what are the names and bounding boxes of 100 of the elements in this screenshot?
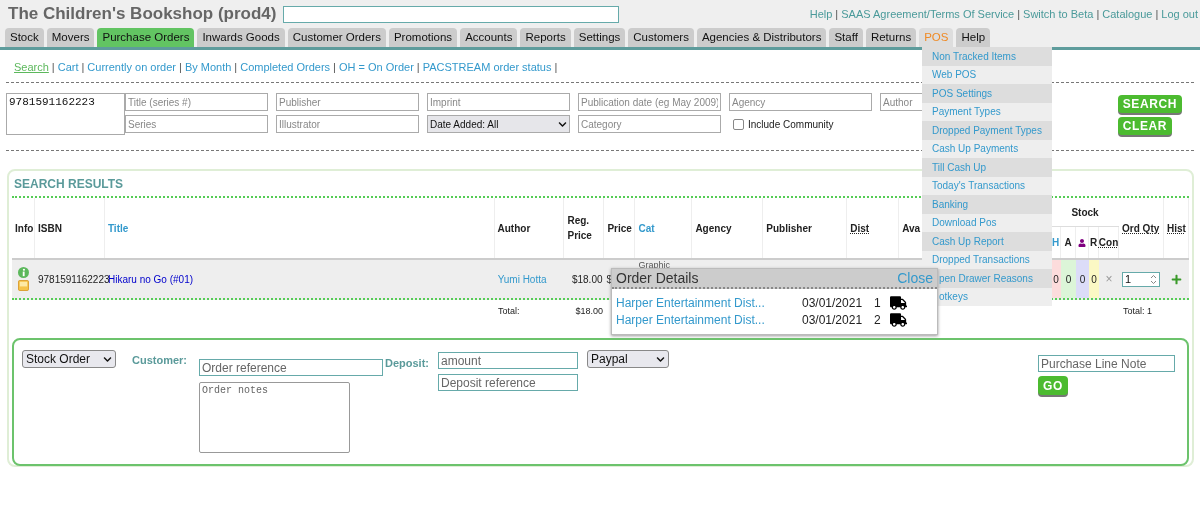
truck-icon bbox=[890, 312, 907, 327]
popup-title: Order Details bbox=[616, 268, 699, 288]
menu-item[interactable]: Web POS bbox=[932, 67, 977, 83]
order-date: 03/01/2021 bbox=[802, 294, 864, 312]
separator: | bbox=[179, 59, 182, 75]
quantity-value: 1 bbox=[1125, 271, 1132, 287]
nav-tab[interactable]: Customer Orders bbox=[287, 28, 386, 47]
column-header[interactable]: Title bbox=[107, 220, 129, 236]
nav-tab[interactable]: Staff bbox=[829, 28, 863, 47]
section-title: SEARCH RESULTS bbox=[14, 177, 124, 191]
nav-tab[interactable]: Agencies & Distributors bbox=[696, 28, 827, 47]
nav-tab[interactable]: Accounts bbox=[460, 28, 518, 47]
search-field[interactable]: Series bbox=[125, 115, 268, 133]
nav-tab[interactable]: Purchase Orders bbox=[97, 28, 195, 47]
info-icon[interactable] bbox=[18, 267, 29, 278]
menu-item[interactable]: Download Pos bbox=[932, 215, 997, 231]
date-added-select[interactable]: Date Added: All bbox=[427, 115, 570, 133]
add-icon[interactable] bbox=[1171, 273, 1182, 285]
nav-tab[interactable]: Settings bbox=[573, 28, 626, 47]
top-link[interactable]: Help bbox=[809, 5, 833, 23]
stock-cell-text: 0 bbox=[1079, 272, 1086, 287]
menu-item[interactable]: Cash Up Payments bbox=[932, 141, 1019, 157]
go-button[interactable]: GO bbox=[1038, 376, 1068, 395]
purchase-line-note-field[interactable]: Purchase Line Note bbox=[1038, 355, 1175, 372]
order-date: 03/01/2021 bbox=[802, 311, 864, 329]
search-field[interactable]: Category bbox=[578, 115, 721, 133]
separator: | bbox=[333, 59, 336, 75]
nav-tab[interactable]: Customers bbox=[628, 28, 694, 47]
isbn-field[interactable]: 9781591162223 bbox=[6, 93, 125, 135]
order-quantity: 1 bbox=[874, 294, 882, 312]
sub-link[interactable]: Cart bbox=[57, 58, 79, 76]
order-reference-field[interactable]: Order reference bbox=[199, 359, 383, 376]
spinner-icon bbox=[1150, 273, 1158, 285]
form-button[interactable]: CLEAR bbox=[1117, 117, 1173, 135]
sub-link[interactable]: PACSTREAM order status bbox=[422, 58, 552, 76]
column-header[interactable]: Con bbox=[1098, 235, 1119, 250]
distributor-link[interactable]: Harper Entertainment Dist... bbox=[616, 310, 802, 329]
customer-label: Customer: bbox=[132, 353, 188, 368]
sub-link[interactable]: By Month bbox=[184, 58, 232, 76]
app-title: The Children's Bookshop (prod4) bbox=[8, 4, 277, 24]
column-header: Publisher bbox=[766, 221, 812, 236]
checkbox[interactable] bbox=[733, 118, 744, 130]
price-cell-text: $18.00 bbox=[571, 272, 603, 287]
stock-cell-text: 0 bbox=[1065, 272, 1072, 287]
column-header[interactable]: Dist bbox=[850, 220, 870, 236]
close-link[interactable]: Close bbox=[897, 267, 933, 289]
sub-link[interactable]: OH = On Order bbox=[338, 58, 414, 76]
column-header[interactable]: Hist bbox=[1167, 220, 1186, 236]
deposit-amount-field[interactable]: amount bbox=[438, 352, 578, 369]
separator: | bbox=[1017, 6, 1021, 22]
nav-tab[interactable]: Stock bbox=[5, 28, 44, 47]
menu-item[interactable]: Payment Types bbox=[932, 104, 1001, 120]
remove-mark[interactable]: × bbox=[1105, 270, 1113, 288]
total-quantity: Total: 1 bbox=[1123, 306, 1153, 317]
top-link[interactable]: Switch to Beta bbox=[1023, 5, 1094, 23]
menu-item[interactable]: otkeys bbox=[939, 289, 968, 305]
column-header[interactable]: H bbox=[1051, 235, 1060, 250]
column-header: Price bbox=[607, 221, 632, 236]
column-header[interactable]: Cat bbox=[638, 220, 655, 236]
top-link[interactable]: SAAS Agreement/Terms Of Service bbox=[841, 5, 1015, 23]
author-link[interactable]: Yumi Hotta bbox=[497, 271, 547, 287]
title-link[interactable]: Hikaru no Go (#01) bbox=[108, 271, 194, 287]
chevron-icon bbox=[558, 119, 567, 129]
nav-tab[interactable]: Movers bbox=[46, 28, 95, 47]
search-field[interactable]: Agency bbox=[729, 93, 872, 111]
column-header: Ava bbox=[902, 221, 921, 236]
quantity-field[interactable]: 1 bbox=[1122, 271, 1161, 287]
separator: | bbox=[554, 59, 558, 75]
menu-item[interactable]: Dropped Transactions bbox=[932, 252, 1030, 268]
column-group-header: Stock bbox=[1071, 205, 1099, 220]
nav-tab[interactable]: POS bbox=[919, 28, 954, 47]
search-field[interactable]: Publication date (eg May 2009) bbox=[578, 93, 721, 111]
total-label: Total: bbox=[498, 306, 520, 317]
search-field[interactable]: Title (series #) bbox=[125, 93, 268, 111]
nav-tab[interactable]: Inwards Goods bbox=[197, 28, 285, 47]
top-link[interactable]: Log out bbox=[1161, 5, 1198, 23]
column-header: ISBN bbox=[38, 221, 62, 236]
column-header[interactable]: Ord Qty bbox=[1122, 220, 1160, 236]
nav-tab[interactable]: Reports bbox=[520, 28, 571, 47]
nav-tab[interactable]: Help bbox=[956, 28, 991, 47]
sub-link[interactable]: Completed Orders bbox=[240, 58, 331, 76]
nav-tab[interactable]: Returns bbox=[865, 28, 917, 47]
menu-item[interactable]: Today's Transactions bbox=[932, 178, 1026, 194]
search-field[interactable]: Publisher bbox=[276, 93, 419, 111]
top-link[interactable]: Catalogue bbox=[1102, 5, 1153, 23]
column-header: A bbox=[1064, 236, 1072, 250]
search-field[interactable]: Imprint bbox=[427, 93, 570, 111]
sub-link[interactable]: Search bbox=[14, 58, 49, 76]
distributor-link[interactable]: Harper Entertainment Dist... bbox=[616, 293, 802, 312]
sub-link[interactable]: Currently on order bbox=[87, 58, 176, 76]
nav-tab[interactable]: Promotions bbox=[388, 28, 458, 47]
payment-method-select[interactable]: Paypal bbox=[587, 350, 669, 368]
form-button[interactable]: SEARCH bbox=[1117, 95, 1182, 113]
global-search-field[interactable] bbox=[283, 5, 619, 23]
order-type-select[interactable]: Stock Order bbox=[22, 350, 116, 368]
deposit-reference-field[interactable]: Deposit reference bbox=[438, 374, 578, 391]
order-notes-field[interactable]: Order notes bbox=[199, 382, 350, 453]
separator: | bbox=[51, 59, 55, 75]
search-field[interactable]: Illustrator bbox=[276, 115, 419, 133]
note-icon[interactable] bbox=[18, 280, 29, 291]
